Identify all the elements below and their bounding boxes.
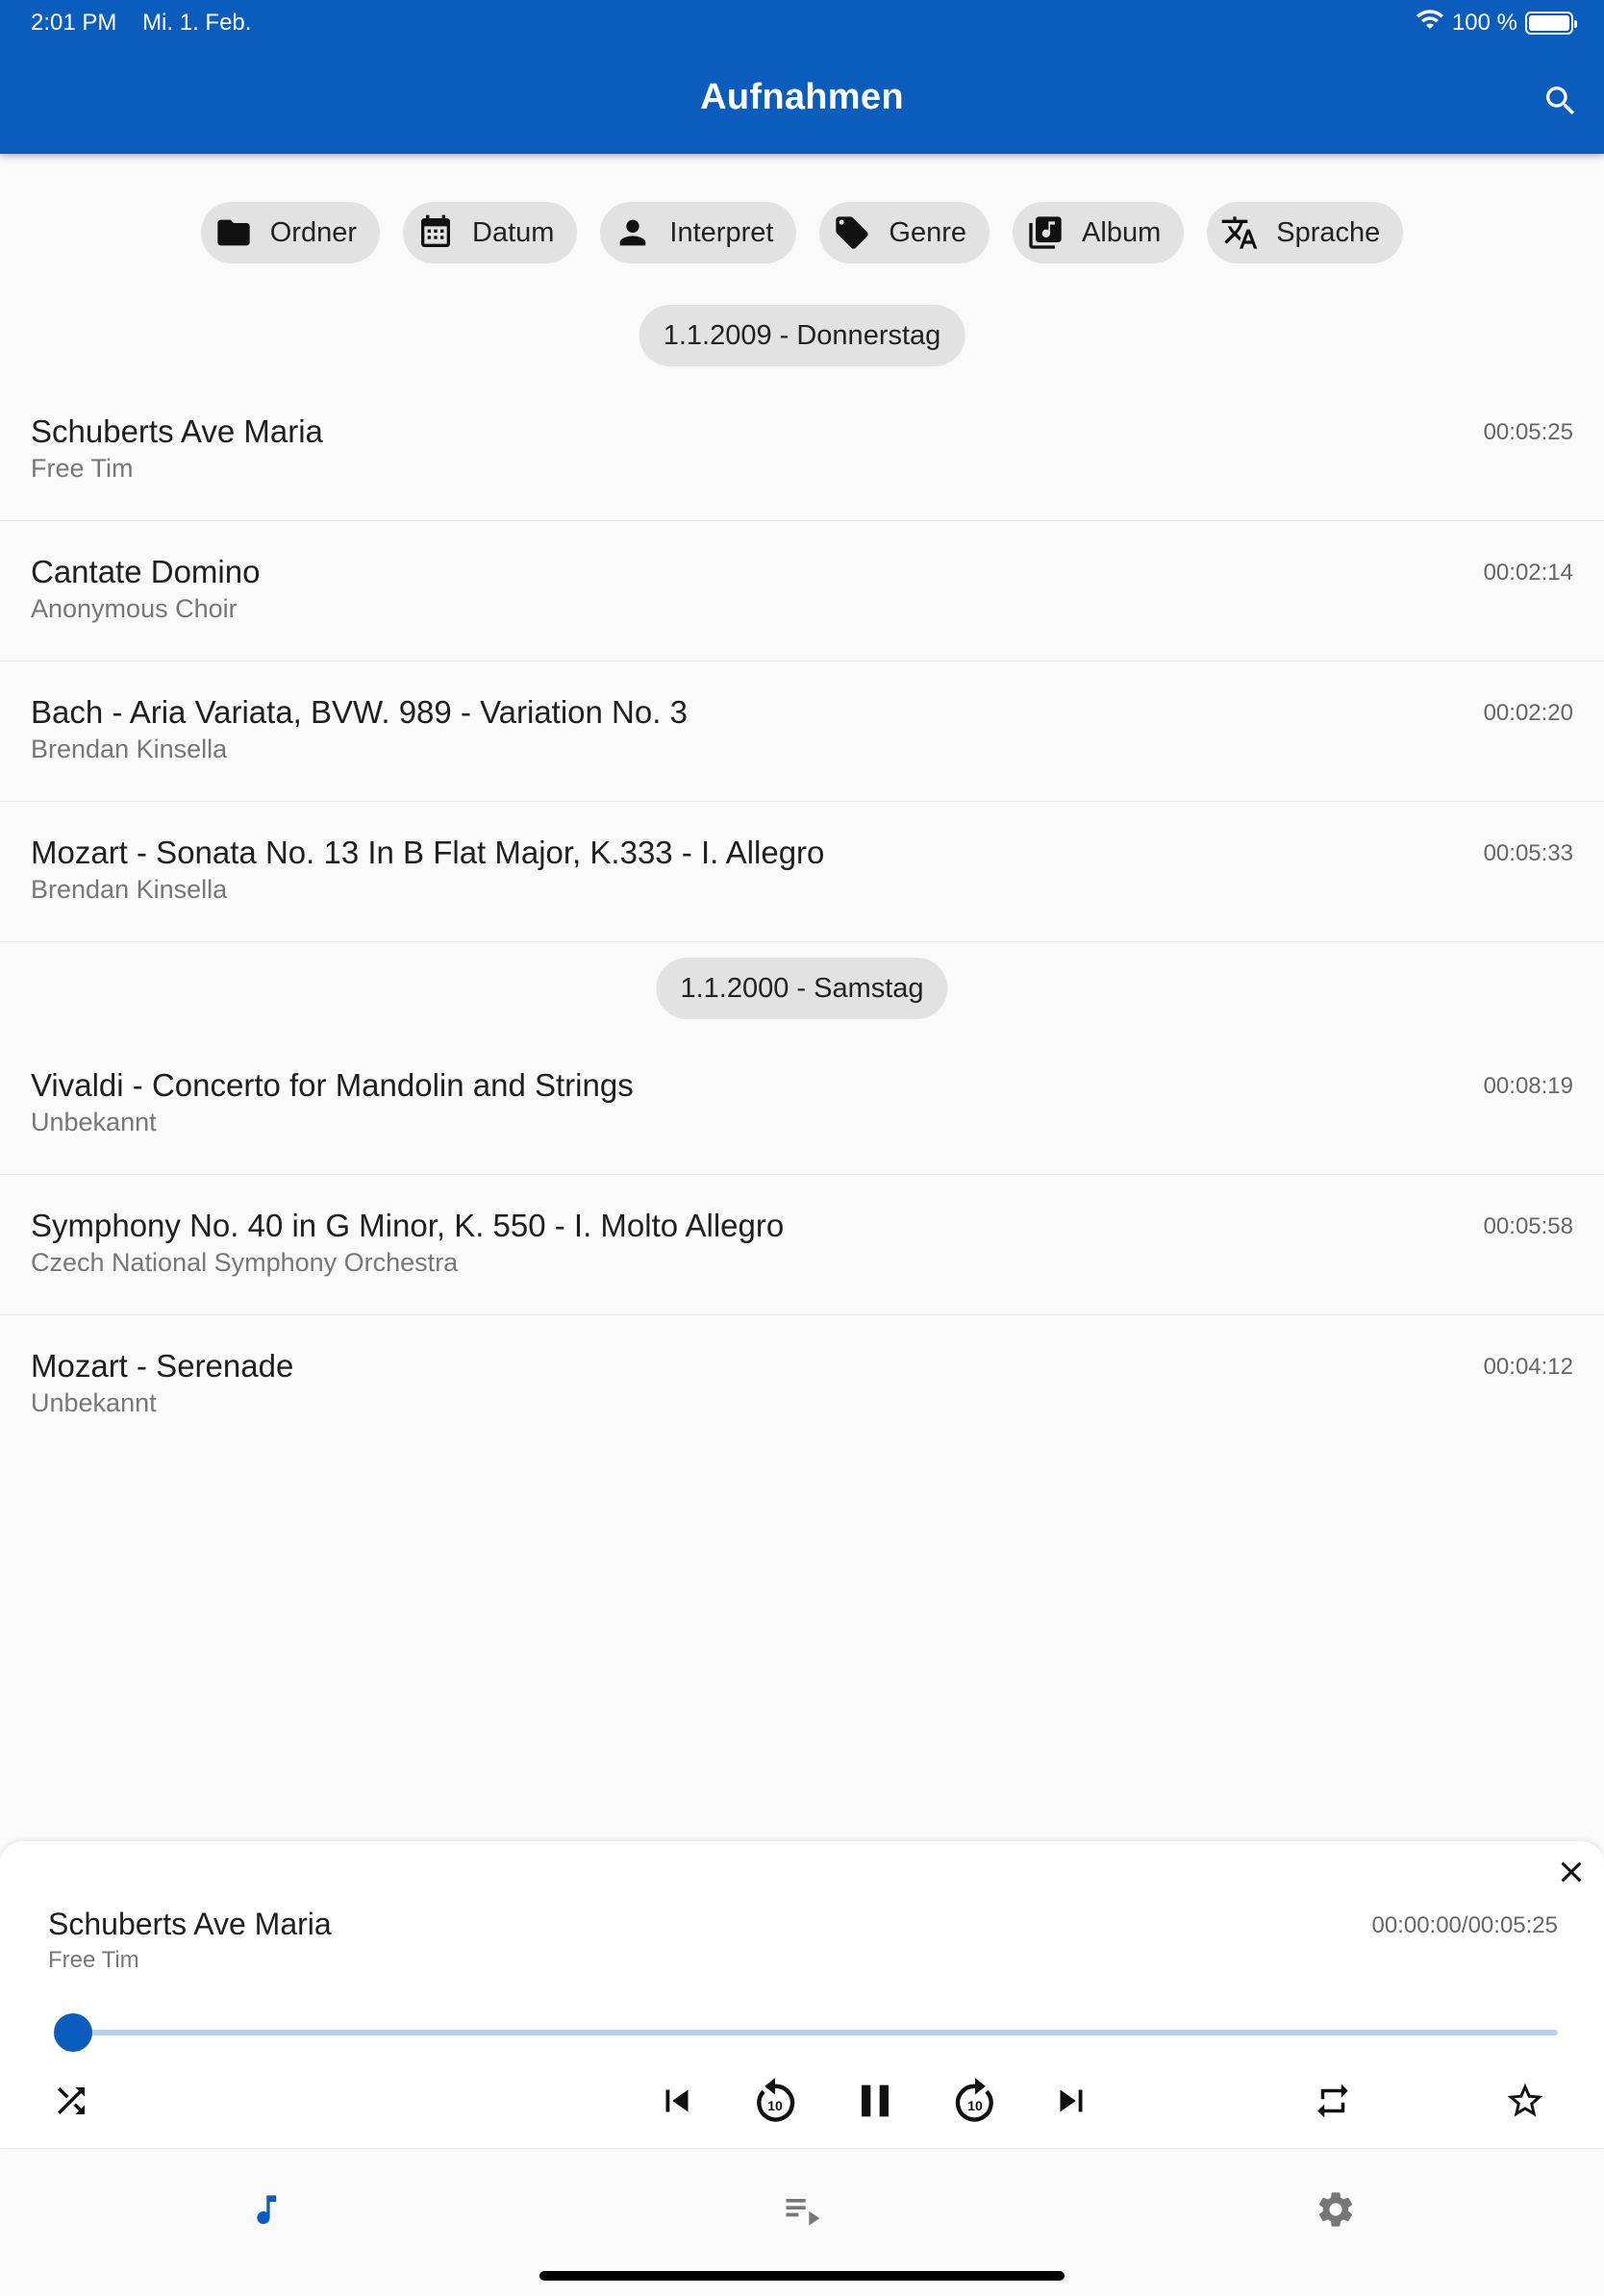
nav-recordings[interactable] <box>238 2181 295 2238</box>
track-title: Mozart - Sonata No. 13 In B Flat Major, … <box>31 835 825 870</box>
list-item[interactable]: Schuberts Ave Maria Free Tim 00:05:25 <box>0 381 1604 521</box>
forward-10-button[interactable]: 10 <box>944 2070 1006 2132</box>
star-outline-icon <box>1507 2083 1543 2117</box>
list-item[interactable]: Mozart - Sonata No. 13 In B Flat Major, … <box>0 802 1604 942</box>
status-bar: 2:01 PM Mi. 1. Feb. 100 % <box>31 9 1577 37</box>
track-artist: Unbekannt <box>31 1108 157 1136</box>
chip-label: Album <box>1082 216 1162 248</box>
status-time: 2:01 PM <box>31 10 117 36</box>
track-duration: 00:04:12 <box>1483 1354 1573 1380</box>
rewind-10-button[interactable]: 10 <box>744 2070 806 2132</box>
player-time: 00:00:00/00:05:25 <box>1371 1912 1558 1938</box>
chip-interpret[interactable]: Interpret <box>600 202 797 263</box>
folder-icon <box>214 213 253 252</box>
favorite-button[interactable] <box>1494 2070 1556 2132</box>
list-item[interactable]: Symphony No. 40 in G Minor, K. 550 - I. … <box>0 1175 1604 1315</box>
search-icon <box>1546 87 1575 115</box>
home-indicator <box>539 2271 1065 2281</box>
track-duration: 00:05:33 <box>1483 840 1573 866</box>
track-title: Cantate Domino <box>31 554 261 589</box>
chip-label: Interpret <box>669 216 774 248</box>
list-item[interactable]: Bach - Aria Variata, BVW. 989 - Variatio… <box>0 661 1604 802</box>
list-item[interactable]: Mozart - Serenade Unbekannt 00:04:12 <box>0 1315 1604 1456</box>
shuffle-icon <box>58 2087 85 2114</box>
translate-icon <box>1220 213 1259 252</box>
app-bar: 2:01 PM Mi. 1. Feb. 100 % Aufnahmen <box>0 0 1604 154</box>
shuffle-button[interactable] <box>40 2070 102 2132</box>
chip-datum[interactable]: Datum <box>403 202 578 263</box>
list-item[interactable]: Vivaldi - Concerto for Mandolin and Stri… <box>0 1035 1604 1175</box>
track-duration: 00:05:58 <box>1483 1213 1573 1239</box>
chip-ordner[interactable]: Ordner <box>200 202 380 263</box>
chip-label: Genre <box>889 216 967 248</box>
search-button[interactable] <box>1537 77 1585 125</box>
wifi-icon <box>1416 9 1444 37</box>
chip-sprache[interactable]: Sprache <box>1207 202 1404 263</box>
close-player-button[interactable] <box>1550 1851 1592 1893</box>
track-artist: Brendan Kinsella <box>31 875 228 904</box>
pause-button[interactable] <box>844 2070 906 2132</box>
svg-text:10: 10 <box>967 2098 983 2113</box>
battery-icon <box>1525 12 1577 35</box>
status-date: Mi. 1. Feb. <box>142 10 252 36</box>
track-title: Mozart - Serenade <box>31 1348 294 1384</box>
settings-icon <box>1318 2192 1353 2227</box>
date-group-header: 1.1.2009 - Donnerstag <box>639 305 965 366</box>
track-artist: Free Tim <box>31 454 134 483</box>
battery-text: 100 % <box>1451 10 1517 36</box>
tag-icon <box>833 213 871 252</box>
chip-label: Datum <box>472 216 555 248</box>
player-title: Schuberts Ave Maria <box>48 1907 332 1941</box>
chip-label: Ordner <box>269 216 357 248</box>
date-group-header: 1.1.2000 - Samstag <box>656 958 948 1019</box>
repeat-button[interactable] <box>1302 2070 1364 2132</box>
filter-chips: Ordner Datum Interpret Genre Album Sprac… <box>0 202 1604 263</box>
skip-previous-icon <box>665 2089 689 2112</box>
music-note-icon <box>257 2195 277 2225</box>
album-icon <box>1026 213 1065 252</box>
previous-button[interactable] <box>646 2070 708 2132</box>
nav-settings[interactable] <box>1307 2181 1365 2238</box>
chip-album[interactable]: Album <box>1013 202 1185 263</box>
close-icon <box>1561 1861 1582 1883</box>
next-button[interactable] <box>1040 2070 1102 2132</box>
track-title: Schuberts Ave Maria <box>31 413 323 449</box>
repeat-icon <box>1317 2084 1348 2118</box>
track-duration: 00:05:25 <box>1483 419 1573 445</box>
track-title: Vivaldi - Concerto for Mandolin and Stri… <box>31 1067 634 1103</box>
slider-track <box>73 2030 1558 2035</box>
svg-text:10: 10 <box>767 2098 783 2113</box>
track-title: Bach - Aria Variata, BVW. 989 - Variatio… <box>31 694 688 730</box>
slider-thumb[interactable] <box>54 2013 92 2052</box>
calendar-icon <box>416 213 455 252</box>
replay-10-icon: 10 <box>757 2078 795 2122</box>
now-playing-panel: Schuberts Ave Maria Free Tim 00:00:00/00… <box>0 1841 1604 2149</box>
progress-slider[interactable] <box>54 2012 1558 2053</box>
queue-icon <box>786 2199 820 2226</box>
chip-genre[interactable]: Genre <box>819 202 990 263</box>
track-duration: 00:02:14 <box>1483 560 1573 586</box>
nav-queue[interactable] <box>773 2181 831 2238</box>
track-duration: 00:08:19 <box>1483 1073 1573 1099</box>
track-duration: 00:02:20 <box>1483 700 1573 726</box>
track-artist: Czech National Symphony Orchestra <box>31 1248 459 1277</box>
track-artist: Brendan Kinsella <box>31 735 228 763</box>
page-title: Aufnahmen <box>700 77 904 117</box>
player-artist: Free Tim <box>48 1947 139 1973</box>
list-item[interactable]: Cantate Domino Anonymous Choir 00:02:14 <box>0 521 1604 661</box>
pause-icon <box>862 2084 889 2117</box>
skip-next-icon <box>1060 2089 1083 2112</box>
track-artist: Unbekannt <box>31 1388 157 1417</box>
bottom-navigation <box>0 2150 1604 2296</box>
track-title: Symphony No. 40 in G Minor, K. 550 - I. … <box>31 1208 785 1243</box>
track-artist: Anonymous Choir <box>31 594 238 623</box>
person-icon <box>614 213 652 252</box>
forward-10-icon: 10 <box>955 2078 993 2122</box>
chip-label: Sprache <box>1276 216 1381 248</box>
